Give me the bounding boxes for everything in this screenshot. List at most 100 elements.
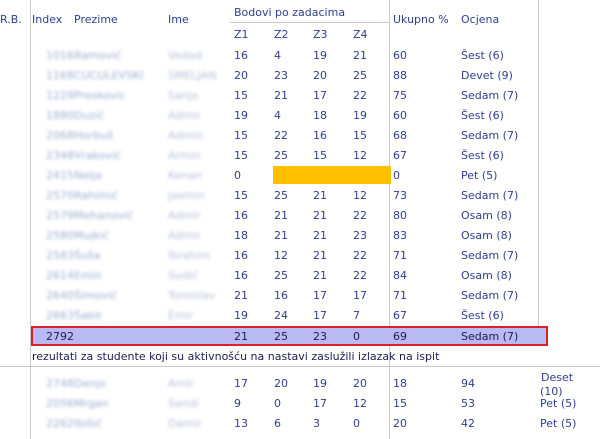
table-row: 2348 Vraković Armin 15 25 15 12 67 Šest (6) [0,146,600,166]
z1-cell: 16 [234,209,248,222]
z2-cell: 12 [274,249,288,262]
z3-cell: 21 [313,209,327,222]
z3-cell: 18 [313,109,327,122]
hl-z3: 23 [313,330,327,343]
z2-cell: 20 [274,377,288,390]
z1-cell: 16 [234,249,248,262]
table-row: 2663 Šabir Emir 19 24 17 7 67 Šest (6) [0,306,600,326]
z3-cell: 19 [313,377,327,390]
ime-cell: Admin [168,129,204,142]
results-table: R.B. Index Prezime Ime Bodovi po zadacim… [0,0,600,439]
prezime-cell: Preskovic [74,89,126,102]
ukupno-cell: 67 [393,149,407,162]
table-row: 2748 Denjo Amir 17 20 19 20 18 94 Deset (10) [0,371,600,398]
z1-cell: 15 [234,149,248,162]
z4-cell: 25 [353,69,367,82]
ukupno-cell: 73 [393,189,407,202]
header-ime: Ime [168,13,189,26]
z2-cell: 25 [274,189,288,202]
prezime-cell: Denjo [74,377,106,390]
ocjena-cell: Sedam (7) [461,189,519,202]
z3-cell: 21 [313,269,327,282]
ukupno-cell: 71 [393,249,407,262]
hl-ocjena: Sedam (7) [461,330,519,343]
ocjena-cell: Pet (5) [540,397,577,410]
idx-cell: 1880 [46,109,74,122]
ukupno-cell: 15 [393,397,407,410]
table-row: 2614 Emin Sudić 16 25 21 22 84 Osam (8) [0,266,600,286]
table-row: 2580 Mujkić Admir 18 21 21 23 83 Osam (8) [0,226,600,246]
table-row: 2570 Rahimić Jasmin 15 25 21 12 73 Sedam (7) [0,186,600,206]
ukupno-cell: 18 [393,377,407,390]
ime-cell: Kenan [168,169,203,182]
z1-cell: 15 [234,189,248,202]
hl-ukupno: 69 [393,330,407,343]
ocjena-cell: Šest (6) [461,49,504,62]
ukupno-cell: 71 [393,289,407,302]
prezime-cell: Mujkić [74,229,109,242]
idx-cell: 2748 [46,377,74,390]
ocjena-cell: Pet (5) [461,169,498,182]
z2-cell: 24 [274,309,288,322]
ime-cell: Sandi [168,397,199,410]
prezime-cell: Vraković [74,149,122,162]
z2-cell: 23 [274,69,288,82]
ime-cell: Admir [168,109,201,122]
hl-z4: 0 [353,330,360,343]
idx-cell: 1016 [46,49,74,62]
z3-cell: 19 [313,49,327,62]
idx-cell: 2262 [46,417,74,430]
z3-cell: 21 [313,229,327,242]
z3-cell: 15 [313,149,327,162]
idx-cell: 2415 [46,169,74,182]
z4-cell: 0 [353,417,360,430]
z2-cell: 0 [274,397,281,410]
z4-cell: 7 [353,309,360,322]
idx-cell: 2663 [46,309,74,322]
prezime-cell: Rahimić [74,189,118,202]
hl-z1: 21 [234,330,248,343]
ocjena-cell: Deset [541,371,574,384]
prezime-cell: Šuša [74,249,101,262]
prezime-cell: Horbuš [74,129,114,142]
ime-cell: SMELJAN [168,69,217,82]
table-row: 1168 CUCULEVSKI SMELJAN 20 23 20 25 88 Devet (9) [0,66,600,86]
idx-cell: 2579 [46,209,74,222]
hl-z2: 25 [274,330,288,343]
ocjena-cell: Šest (6) [461,149,504,162]
ocjena-cell: Osam (8) [461,209,512,222]
idx-cell: 1168 [46,69,74,82]
note-text: rezultati za studente koji su aktivnošću… [32,350,440,363]
hl-index: 2792 [46,330,74,343]
z3-cell: 20 [313,69,327,82]
z2-cell: 16 [274,289,288,302]
idx-cell: 2068 [46,129,74,142]
table-row: 2583 Šuša Ibrahim 16 12 21 22 71 Sedam (7) [0,246,600,266]
header-index: Index [32,13,63,26]
z4-cell: 22 [353,89,367,102]
z1-cell: 15 [234,129,248,142]
z4-cell: 22 [353,249,367,262]
table-row: 1229 Preskovic Sanjo 15 21 17 22 75 Sedam (7) [0,86,600,106]
prezime-cell: Šimović [74,289,118,302]
z1-cell: 16 [234,49,248,62]
z4-cell: 15 [353,129,367,142]
z2-cell: 4 [274,49,281,62]
z4-cell: 22 [353,209,367,222]
header-ocjena: Ocjena [461,13,500,26]
ukupno-cell: 75 [393,89,407,102]
ukupno-cell: 83 [393,229,407,242]
z3-cell: 16 [313,129,327,142]
percent-cell: 53 [461,397,475,410]
z4-cell: 23 [353,229,367,242]
ukupno-cell: 68 [393,129,407,142]
ocjena-cell: Sedam (7) [461,289,519,302]
ime-cell: Sanjo [168,89,199,102]
z1-cell: 17 [234,377,248,390]
ocjena-cell: Pet (5) [540,417,577,430]
ime-cell: Sudić [168,269,199,282]
z4-cell: 20 [353,377,367,390]
ocjena-cell: Sedam (7) [461,249,519,262]
missing-scores-bar [273,166,391,184]
z4-cell: 22 [353,269,367,282]
